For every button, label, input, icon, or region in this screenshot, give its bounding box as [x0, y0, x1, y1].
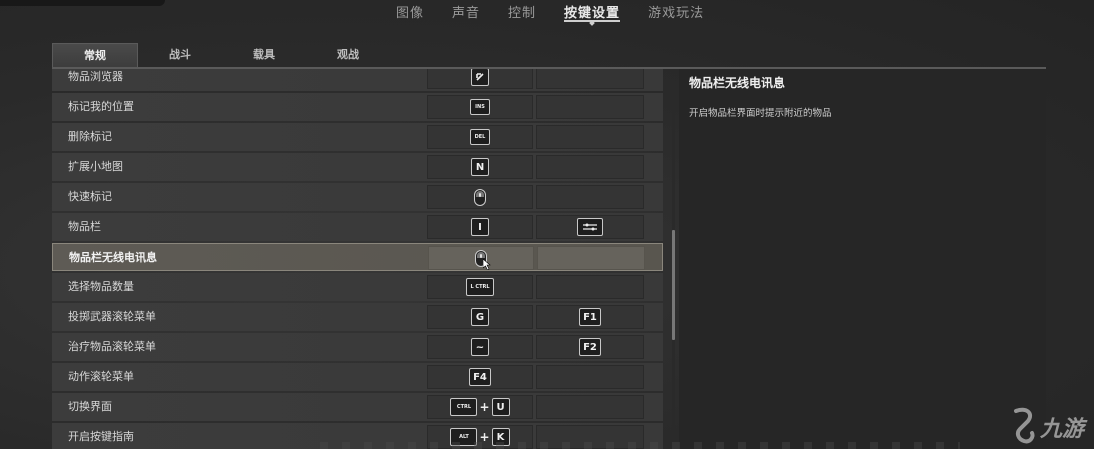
sub-tab-bar: 常规 战斗 载具 观战: [52, 43, 390, 68]
row-label: 快速标记: [68, 190, 112, 203]
row-label: 开启按键指南: [68, 430, 134, 443]
primary-key-slot[interactable]: I: [427, 215, 533, 239]
cursor-icon: [483, 259, 491, 270]
tab-graphics[interactable]: 图像: [382, 0, 438, 24]
key-cap: N: [471, 158, 489, 176]
row-label: 删除标记: [68, 130, 112, 143]
primary-key-slot[interactable]: ~: [427, 335, 533, 359]
key-cap: F4: [469, 368, 491, 386]
row-label: 治疗物品滚轮菜单: [68, 340, 156, 353]
secondary-key-slot[interactable]: [536, 95, 644, 119]
key-cap: U: [491, 398, 510, 416]
secondary-key-slot[interactable]: [536, 395, 644, 419]
secondary-key-slot[interactable]: [536, 185, 644, 209]
primary-key-slot[interactable]: N: [427, 155, 533, 179]
primary-key-slot[interactable]: [427, 185, 533, 209]
primary-key-slot[interactable]: [427, 69, 533, 89]
detail-panel: 物品栏无线电讯息 开启物品栏界面时提示附近的物品: [679, 69, 1046, 449]
secondary-key-slot[interactable]: [536, 275, 644, 299]
keybinding-row[interactable]: 物品浏览器: [52, 69, 663, 91]
key-cap: L CTRL: [466, 278, 494, 296]
primary-key-slot[interactable]: G: [427, 305, 533, 329]
secondary-key-slot[interactable]: [537, 246, 645, 270]
row-label: 选择物品数量: [68, 280, 134, 293]
detail-description: 开启物品栏界面时提示附近的物品: [689, 108, 832, 119]
nav-arrow-icon: [471, 69, 489, 86]
tab-sound[interactable]: 声音: [438, 0, 494, 24]
watermark: 九游: [1012, 407, 1084, 447]
primary-key-slot[interactable]: L CTRL: [427, 275, 533, 299]
gamepad-menu-icon: [577, 218, 603, 236]
key-cap: CTRL: [450, 398, 478, 416]
secondary-key-slot[interactable]: [536, 215, 644, 239]
primary-key-slot[interactable]: DEL: [427, 125, 533, 149]
primary-key-slot[interactable]: INS: [427, 95, 533, 119]
bottom-decoration: [320, 442, 960, 449]
key-cap: INS: [470, 99, 490, 115]
secondary-key-slot[interactable]: F2: [536, 335, 644, 359]
scrollbar-thumb[interactable]: [672, 230, 675, 340]
top-left-shadow: [0, 0, 165, 6]
keybinding-list[interactable]: 物品浏览器 标记我的位置 INS 删除标记 DEL 扩展小地图 N 快速标记 物…: [52, 69, 663, 449]
subtab-spectate[interactable]: 观战: [306, 43, 390, 67]
keybinding-row[interactable]: 切换界面 CTRL + U: [52, 393, 663, 421]
key-cap: DEL: [470, 129, 490, 145]
row-label: 切换界面: [68, 400, 112, 413]
secondary-key-slot[interactable]: [536, 125, 644, 149]
plus-sign: +: [479, 400, 490, 414]
secondary-key-slot[interactable]: F1: [536, 305, 644, 329]
keybinding-row-selected[interactable]: 物品栏无线电讯息: [52, 243, 663, 271]
row-label: 投掷武器滚轮菜单: [68, 310, 156, 323]
primary-key-slot[interactable]: F4: [427, 365, 533, 389]
keybinding-row[interactable]: 快速标记: [52, 183, 663, 211]
key-cap: ~: [471, 338, 489, 356]
tab-control[interactable]: 控制: [494, 0, 550, 24]
keybinding-row[interactable]: 投掷武器滚轮菜单 G F1: [52, 303, 663, 331]
key-cap: G: [471, 308, 489, 326]
key-cap: F1: [579, 308, 601, 326]
key-cap: F2: [579, 338, 601, 356]
mouse-middle-icon: [474, 188, 486, 206]
row-label: 扩展小地图: [68, 160, 123, 173]
secondary-key-slot[interactable]: [536, 365, 644, 389]
keybinding-row[interactable]: 动作滚轮菜单 F4: [52, 363, 663, 391]
row-label: 物品浏览器: [68, 70, 123, 83]
row-label: 物品栏无线电讯息: [69, 251, 157, 264]
tab-gameplay[interactable]: 游戏玩法: [634, 0, 718, 24]
keybinding-row[interactable]: 扩展小地图 N: [52, 153, 663, 181]
row-label: 物品栏: [68, 220, 101, 233]
keybinding-row[interactable]: 物品栏 I: [52, 213, 663, 241]
subtab-general[interactable]: 常规: [52, 43, 138, 68]
row-label: 动作滚轮菜单: [68, 370, 134, 383]
key-cap: I: [471, 218, 489, 236]
subtab-vehicle[interactable]: 载具: [222, 43, 306, 67]
keybinding-row[interactable]: 标记我的位置 INS: [52, 93, 663, 121]
subtab-combat[interactable]: 战斗: [138, 43, 222, 67]
keybinding-row[interactable]: 删除标记 DEL: [52, 123, 663, 151]
row-label: 标记我的位置: [68, 100, 134, 113]
detail-title: 物品栏无线电讯息: [689, 76, 786, 90]
keybinding-row[interactable]: 选择物品数量 L CTRL: [52, 273, 663, 301]
watermark-logo-icon: [1013, 407, 1035, 444]
tab-keybindings[interactable]: 按键设置: [550, 0, 634, 24]
watermark-text: 九游: [1039, 417, 1084, 442]
secondary-key-slot[interactable]: [536, 69, 644, 89]
primary-key-slot[interactable]: [428, 246, 534, 270]
secondary-key-slot[interactable]: [536, 155, 644, 179]
primary-key-slot[interactable]: CTRL + U: [427, 395, 533, 419]
top-tab-bar: 图像 声音 控制 按键设置 游戏玩法: [382, 0, 718, 24]
keybinding-row[interactable]: 治疗物品滚轮菜单 ~ F2: [52, 333, 663, 361]
